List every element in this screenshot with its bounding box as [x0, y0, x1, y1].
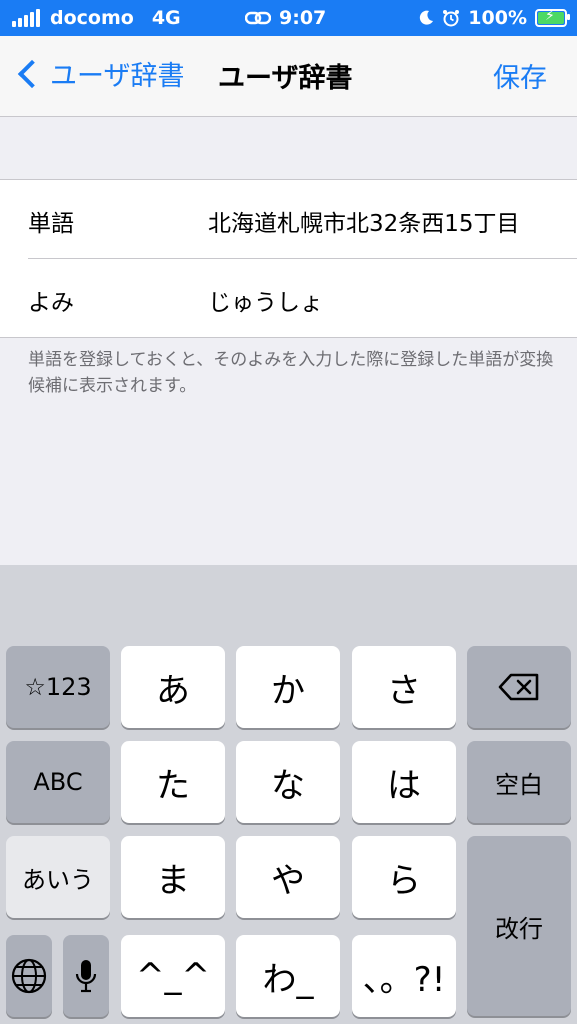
chevron-left-icon [17, 59, 47, 88]
signal-bars-icon [12, 9, 40, 27]
key-symbols[interactable]: ☆123 [6, 646, 110, 728]
hint-text: 単語を登録しておくと、そのよみを入力した際に登録した単語が変換候補に表示されます… [28, 350, 554, 396]
key-punctuation[interactable]: 、。?! [352, 935, 456, 1017]
navigation-bar: ユーザ辞書 ユーザ辞書 保存 [0, 36, 577, 117]
enter-key-label: 改行 [495, 914, 543, 943]
key-a-label: あ [156, 670, 190, 711]
link-icon [245, 11, 271, 25]
globe-icon [11, 958, 47, 994]
key-abc-label: ABC [33, 768, 83, 796]
carrier-label: docomo [50, 7, 134, 29]
key-ra-label: ら [387, 860, 421, 901]
word-field[interactable]: 北海道札幌市北32条西15丁目 [208, 204, 520, 238]
key-emoticon-label: ^_^ [136, 956, 210, 996]
word-row[interactable]: 単語 北海道札幌市北32条西15丁目 [0, 180, 577, 258]
key-sa-label: さ [387, 670, 421, 711]
microphone-icon [75, 960, 97, 993]
key-ya-label: や [271, 860, 305, 901]
enter-key[interactable]: 改行 [467, 836, 571, 1016]
key-aiu-label: あいう [22, 865, 94, 894]
key-sa[interactable]: さ [352, 646, 456, 728]
save-button[interactable]: 保存 [493, 56, 547, 95]
page-title: ユーザ辞書 [218, 63, 353, 94]
key-abc[interactable]: ABC [6, 741, 110, 823]
key-ka-label: か [271, 670, 305, 711]
status-left: docomo 4G [12, 7, 181, 29]
reading-field[interactable]: じゅうしょ [208, 283, 323, 317]
key-punctuation-label: 、。?! [362, 959, 446, 1000]
moon-icon [420, 10, 434, 25]
dictionary-form: 単語 北海道札幌市北32条西15丁目 よみ じゅうしょ [0, 179, 577, 338]
globe-key[interactable] [6, 935, 52, 1017]
back-button[interactable]: ユーザ辞書 [12, 54, 184, 93]
status-bar: docomo 4G 9:07 100% ⚡ [0, 0, 577, 36]
space-key-label: 空白 [495, 770, 543, 799]
key-na-label: な [271, 765, 305, 806]
key-ta-label: た [156, 765, 190, 806]
key-wa[interactable]: わ_ [236, 935, 340, 1017]
battery-charging-icon: ⚡ [535, 8, 570, 27]
network-label: 4G [151, 7, 181, 29]
back-button-label: ユーザ辞書 [50, 61, 185, 92]
status-center: 9:07 [245, 7, 326, 29]
key-ha[interactable]: は [352, 741, 456, 823]
reading-row[interactable]: よみ じゅうしょ [28, 258, 577, 337]
delete-icon [498, 673, 539, 701]
space-key[interactable]: 空白 [467, 741, 571, 823]
dictation-key[interactable] [63, 935, 109, 1017]
delete-key[interactable] [467, 646, 571, 728]
key-wa-label: わ_ [262, 959, 314, 1000]
key-ha-label: は [387, 765, 421, 806]
keyboard: ☆123 あ か さ ABC た な は 空白 あいう ま や ら 改行 ^_^… [0, 565, 577, 1024]
key-a[interactable]: あ [121, 646, 225, 728]
clock-time: 9:07 [279, 7, 327, 29]
key-ma-label: ま [156, 860, 190, 901]
key-ta[interactable]: た [121, 741, 225, 823]
word-label: 単語 [28, 211, 74, 237]
key-ya[interactable]: や [236, 836, 340, 918]
reading-label: よみ [28, 290, 74, 316]
key-na[interactable]: な [236, 741, 340, 823]
battery-percent: 100% [468, 7, 527, 29]
key-aiu[interactable]: あいう [6, 836, 110, 918]
status-right: 100% ⚡ [418, 7, 570, 29]
key-emoticon[interactable]: ^_^ [121, 935, 225, 1017]
key-ma[interactable]: ま [121, 836, 225, 918]
key-ra[interactable]: ら [352, 836, 456, 918]
alarm-icon [443, 10, 460, 27]
key-symbols-label: ☆123 [24, 673, 92, 701]
key-ka[interactable]: か [236, 646, 340, 728]
